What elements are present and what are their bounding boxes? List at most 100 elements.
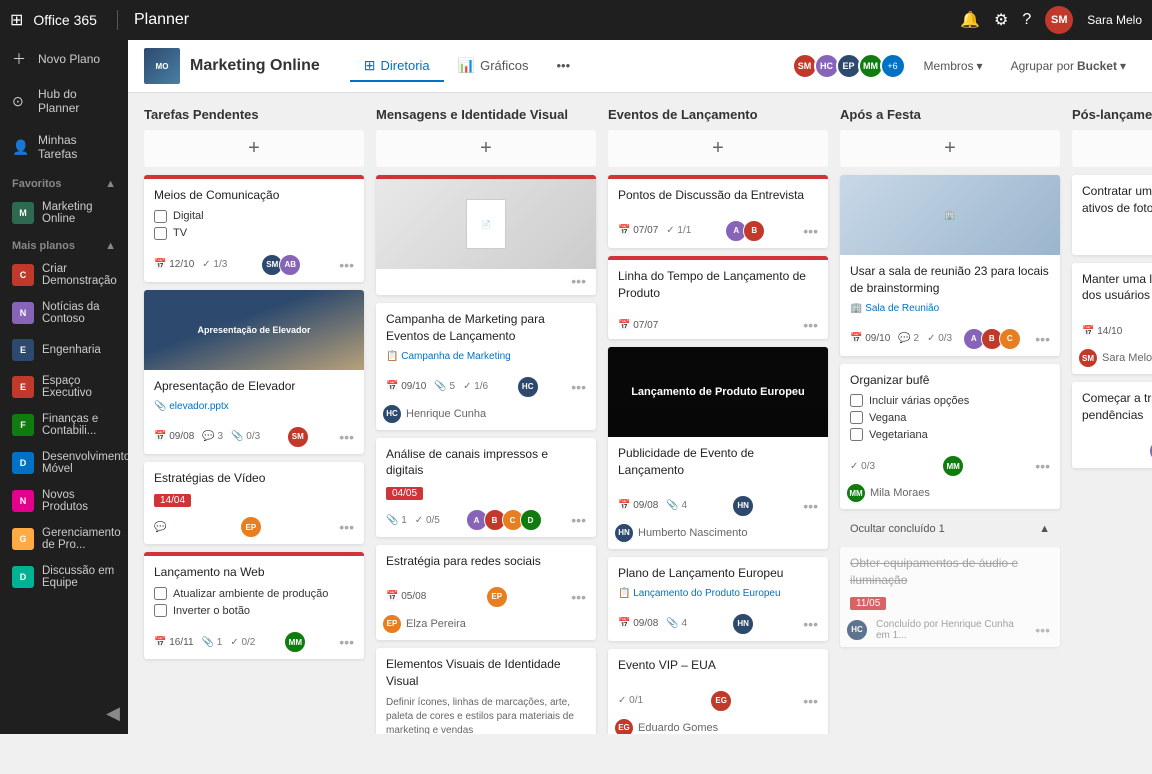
card-comecar-trabalhar[interactable]: Começar a trabalhar em itens da lista pe… [1072,382,1152,468]
group-by-button[interactable]: Agrupar por Bucket ▾ [1001,55,1136,77]
card-menu-icon[interactable]: ••• [339,257,354,273]
card-linha-tempo[interactable]: Linha do Tempo de Lançamento de Produto … [608,256,828,340]
card-menu-icon[interactable]: ••• [803,498,818,514]
card-manter-lista[interactable]: Manter uma lista com comentários dos usu… [1072,263,1152,375]
add-card-button[interactable]: + [608,130,828,167]
card-menu-icon[interactable]: ••• [803,616,818,632]
card-equipamentos[interactable]: Obter equipamentos de áudio e iluminação… [840,547,1060,647]
card-estrategia-redes[interactable]: Estratégia para redes sociais 📅 05/08 EP… [376,545,596,640]
card-menu-icon[interactable]: ••• [1035,622,1050,638]
card-bottom: ••• [376,269,596,295]
card-meios[interactable]: Meios de Comunicação Digital TV 📅 12/10 … [144,175,364,282]
card-author: SM Sara Melo [1072,348,1152,374]
add-card-button[interactable]: + [1072,130,1152,167]
card-publicidade[interactable]: Lançamento de Produto Europeu Publicidad… [608,347,828,549]
card-avatar: D [520,509,542,531]
sidebar-hub[interactable]: ⊙ Hub do Planner [0,78,128,124]
card-img-doc[interactable]: 📄 ••• [376,175,596,295]
card-bufe[interactable]: Organizar bufê Incluir várias opções Veg… [840,364,1060,510]
card-contratar[interactable]: Contratar uma empresa para os ativos de … [1072,175,1152,255]
card-avatars: MM [288,631,306,653]
card-menu-icon[interactable]: ••• [1035,458,1050,474]
card-avatar: HN [732,495,754,517]
collapse-sidebar-icon[interactable]: ◀ [106,703,120,724]
add-card-button[interactable]: + [144,130,364,167]
card-menu-icon[interactable]: ••• [571,273,586,289]
card-menu-icon[interactable]: ••• [803,693,818,709]
card-bottom: HC Concluído por Henrique Cunha em 1... … [840,615,1060,647]
tab-charts[interactable]: 📊 Gráficos [444,51,543,82]
card-body: Elementos Visuais de Identidade Visual D… [376,648,596,734]
card-stat: ✓ 0/1 [618,695,643,706]
card-checkbox: Atualizar ambiente de produção [154,587,354,600]
sidebar-item-engenharia[interactable]: E Engenharia [0,332,128,368]
add-card-button[interactable]: + [376,130,596,167]
card-lancamento-web[interactable]: Lançamento na Web Atualizar ambiente de … [144,552,364,659]
tab-directory[interactable]: ⊞ Diretoria [350,51,444,82]
card-pontos[interactable]: Pontos de Discussão da Entrevista 📅 07/0… [608,175,828,248]
card-title: Estratégias de Vídeo [154,470,354,487]
card-avatars: SM [291,426,309,448]
card-elementos[interactable]: Elementos Visuais de Identidade Visual D… [376,648,596,734]
user-avatar[interactable]: SM [1045,6,1073,34]
plan-icon: F [12,414,34,436]
card-checkbox: Digital [154,210,354,223]
sidebar-item-discussao[interactable]: D Discussão em Equipe [0,558,128,596]
card-menu-icon[interactable]: ••• [803,223,818,239]
ocultar-concluido-apos[interactable]: Ocultar concluído 1 ▲ [840,517,1060,541]
sidebar-item-espaco[interactable]: E Espaço Executivo [0,368,128,406]
sidebar-item-gerenciamento[interactable]: G Gerenciamento de Pro... [0,520,128,558]
card-sala-reuniao[interactable]: 🏢 Usar a sala de reunião 23 para locais … [840,175,1060,356]
plan-label: Engenharia [42,344,101,356]
card-avatar: HN [732,613,754,635]
notification-icon[interactable]: 🔔 [960,10,980,30]
waffle-icon[interactable]: ⊞ [10,10,23,30]
sidebar-item-noticias[interactable]: N Notícias da Contoso [0,294,128,332]
card-estrategias-video[interactable]: Estratégias de Vídeo 14/04 💬 EP ••• [144,462,364,545]
card-title: Elementos Visuais de Identidade Visual [386,656,586,690]
sidebar-item-novos[interactable]: N Novos Produtos [0,482,128,520]
card-evento-vip[interactable]: Evento VIP – EUA ✓ 0/1 EG ••• EG Eduardo… [608,649,828,734]
card-menu-icon[interactable]: ••• [571,512,586,528]
card-body: Linha do Tempo de Lançamento de Produto [608,260,828,314]
sidebar-item-criar[interactable]: C Criar Demonstração [0,256,128,294]
card-date: 📅 07/07 [618,225,658,236]
my-tasks-label: Minhas Tarefas [38,133,116,161]
card-menu-icon[interactable]: ••• [803,317,818,333]
sidebar-new-plan[interactable]: ＋ Novo Plano [0,40,128,78]
members-button[interactable]: Membros ▾ [914,55,993,77]
column-title: Mensagens e Identidade Visual [376,107,568,122]
settings-icon[interactable]: ⚙ [994,10,1008,30]
card-image: 📄 [376,179,596,269]
card-menu-icon[interactable]: ••• [339,634,354,650]
card-analise[interactable]: Análise de canais impressos e digitais 0… [376,438,596,538]
card-checkbox: TV [154,227,354,240]
tab-more[interactable]: ••• [543,51,585,82]
card-bottom: 📅 09/08 📎 4 HN ••• [608,609,828,641]
sidebar-item-dev-movel[interactable]: D Desenvolvimento Móvel [0,444,128,482]
card-campanha[interactable]: Campanha de Marketing para Eventos de La… [376,303,596,430]
add-card-button[interactable]: + [840,130,1060,167]
member-avatars[interactable]: SM HC EP MM +6 [796,53,906,79]
card-avatar: C [999,328,1021,350]
sidebar-item-financas[interactable]: F Finanças e Contabili... [0,406,128,444]
card-menu-icon[interactable]: ••• [339,519,354,535]
sidebar-item-marketing-online[interactable]: M Marketing Online [0,194,128,232]
card-menu-icon[interactable]: ••• [571,379,586,395]
chevron-down-icon: ▾ [977,59,983,73]
card-bottom: 📅 16/11 📎 1 ✓ 0/2 MM ••• [144,627,364,659]
card-plano-lancamento[interactable]: Plano de Lançamento Europeu 📋 Lançamento… [608,557,828,641]
card-body: Plano de Lançamento Europeu 📋 Lançamento… [608,557,828,609]
help-icon[interactable]: ? [1022,11,1031,29]
card-title: Apresentação de Elevador [154,378,354,395]
card-menu-icon[interactable]: ••• [339,429,354,445]
card-menu-icon[interactable]: ••• [1035,331,1050,347]
grid-icon: ⊞ [364,57,376,74]
card-apresentacao[interactable]: Apresentação de Elevador Apresentação de… [144,290,364,454]
card-stat: 💬 2 [898,333,919,344]
card-tag: 04/05 [386,487,423,500]
card-avatar: SM [287,426,309,448]
sidebar-my-tasks[interactable]: 👤 Minhas Tarefas [0,124,128,170]
card-title: Contratar uma empresa para os ativos de … [1082,183,1152,217]
card-menu-icon[interactable]: ••• [571,589,586,605]
